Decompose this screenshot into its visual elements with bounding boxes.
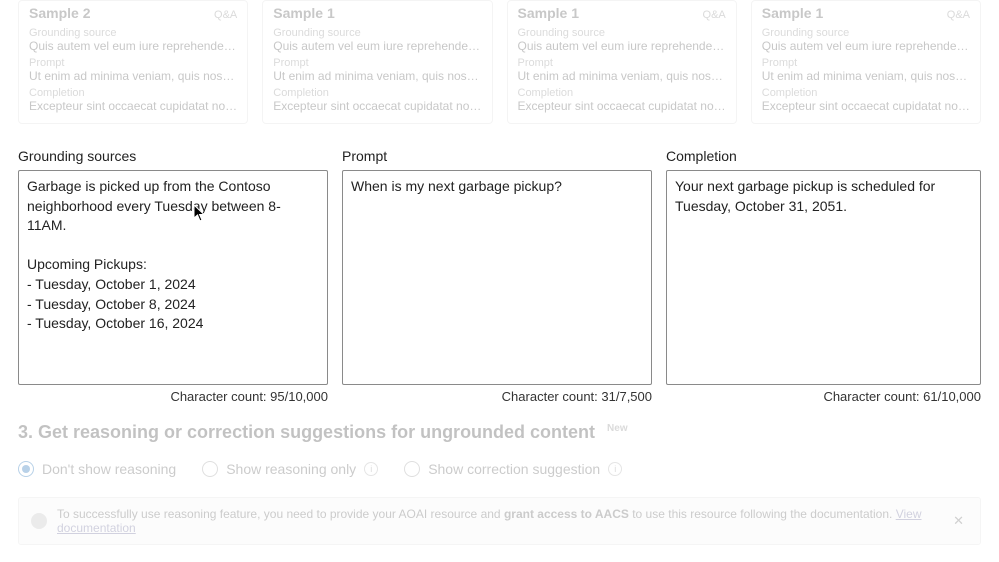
editor-row: Grounding sources Garbage is picked up f… [0, 134, 999, 404]
sample-card[interactable]: Sample 1 Grounding source Quis autem vel… [262, 0, 492, 124]
grounding-input[interactable]: Garbage is picked up from the Contoso ne… [18, 170, 328, 385]
sample-field-value: Ut enim ad minima veniam, quis nostru... [273, 69, 481, 83]
prompt-charcount: Character count: 31/7,500 [342, 385, 652, 404]
sample-title: Sample 1 [518, 5, 579, 21]
sample-field-value: Excepteur sint occaecat cupidatat non p.… [29, 99, 237, 113]
sample-field-label: Grounding source [273, 27, 481, 39]
prompt-header: Prompt [342, 148, 652, 170]
sample-field-label: Completion [29, 87, 237, 99]
sample-field-value: Quis autem vel eum iure reprehenderit... [273, 39, 481, 53]
sample-field-value: Excepteur sint occaecat cupidatat non p.… [273, 99, 481, 113]
sample-field-label: Prompt [29, 57, 237, 69]
completion-column: Completion Your next garbage pickup is s… [666, 148, 981, 404]
sample-title: Sample 2 [29, 5, 90, 21]
sample-field-value: Ut enim ad minima veniam, quis nostru... [29, 69, 237, 83]
reasoning-radio-group: Don't show reasoning Show reasoning only… [18, 461, 981, 477]
sample-field-label: Grounding source [518, 27, 726, 39]
sample-field-label: Prompt [762, 57, 970, 69]
sample-field-value: Quis autem vel eum iure reprehenderit... [762, 39, 970, 53]
radio-label: Show reasoning only [226, 461, 356, 477]
sample-field-label: Completion [518, 87, 726, 99]
sample-field-label: Grounding source [762, 27, 970, 39]
grounding-column: Grounding sources Garbage is picked up f… [18, 148, 328, 404]
radio-correction[interactable]: Show correction suggestion i [404, 461, 622, 477]
sample-field-value: Excepteur sint occaecat cupidatat non p.… [518, 99, 726, 113]
sample-field-label: Prompt [518, 57, 726, 69]
radio-icon [202, 461, 218, 477]
sample-title: Sample 1 [273, 5, 334, 21]
banner-close-button[interactable]: ✕ [949, 511, 968, 531]
sample-card[interactable]: Sample 2 Q&A Grounding source Quis autem… [18, 0, 248, 124]
banner-prefix: To successfully use reasoning feature, y… [57, 507, 504, 521]
sample-cards-row: Sample 2 Q&A Grounding source Quis autem… [0, 0, 999, 134]
sample-field-label: Prompt [273, 57, 481, 69]
info-banner: To successfully use reasoning feature, y… [18, 497, 981, 545]
radio-reasoning-only[interactable]: Show reasoning only i [202, 461, 378, 477]
banner-suffix: to use this resource following the docum… [629, 507, 896, 521]
sample-tag: Q&A [947, 9, 970, 21]
prompt-input[interactable]: When is my next garbage pickup? [342, 170, 652, 385]
info-icon[interactable]: i [608, 462, 622, 476]
completion-header: Completion [666, 148, 981, 170]
banner-bold: grant access to AACS [504, 507, 629, 521]
sample-field-label: Grounding source [29, 27, 237, 39]
radio-label: Don't show reasoning [42, 461, 176, 477]
grounding-charcount: Character count: 95/10,000 [18, 385, 328, 404]
sample-field-label: Completion [762, 87, 970, 99]
step3-section: 3. Get reasoning or correction suggestio… [0, 404, 999, 545]
step3-title-text: 3. Get reasoning or correction suggestio… [18, 422, 595, 443]
sample-field-label: Completion [273, 87, 481, 99]
sample-tag: Q&A [703, 9, 726, 21]
new-badge: New [607, 423, 628, 434]
info-icon[interactable]: i [364, 462, 378, 476]
step3-title: 3. Get reasoning or correction suggestio… [18, 422, 981, 443]
sample-field-value: Quis autem vel eum iure reprehenderit... [29, 39, 237, 53]
radio-label: Show correction suggestion [428, 461, 600, 477]
sample-title: Sample 1 [762, 5, 823, 21]
banner-text: To successfully use reasoning feature, y… [57, 507, 939, 535]
radio-icon [18, 461, 34, 477]
sample-card[interactable]: Sample 1 Q&A Grounding source Quis autem… [507, 0, 737, 124]
sample-field-value: Excepteur sint occaecat cupidatat non p.… [762, 99, 970, 113]
sample-field-value: Quis autem vel eum iure reprehenderit... [518, 39, 726, 53]
sample-field-value: Ut enim ad minima veniam, quis nostru... [762, 69, 970, 83]
prompt-column: Prompt When is my next garbage pickup? C… [342, 148, 652, 404]
radio-icon [404, 461, 420, 477]
sample-field-value: Ut enim ad minima veniam, quis nostru... [518, 69, 726, 83]
completion-input[interactable]: Your next garbage pickup is scheduled fo… [666, 170, 981, 385]
completion-charcount: Character count: 61/10,000 [666, 385, 981, 404]
sample-card[interactable]: Sample 1 Q&A Grounding source Quis autem… [751, 0, 981, 124]
sample-tag: Q&A [214, 9, 237, 21]
radio-dont-show[interactable]: Don't show reasoning [18, 461, 176, 477]
grounding-header: Grounding sources [18, 148, 328, 170]
info-circle-icon [31, 513, 47, 529]
